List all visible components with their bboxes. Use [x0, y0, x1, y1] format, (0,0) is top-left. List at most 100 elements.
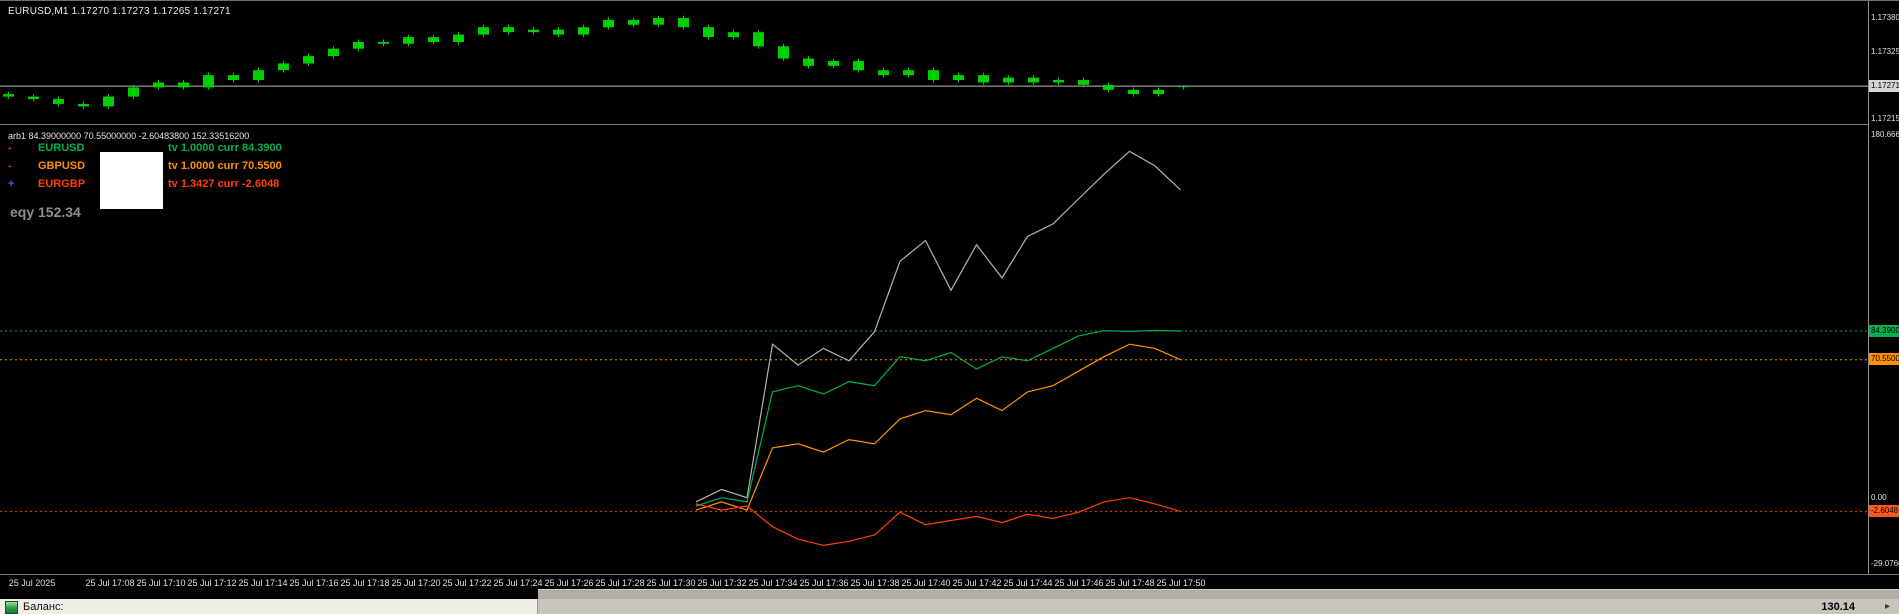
candle-body: [128, 87, 139, 97]
candle-body: [453, 34, 464, 42]
candle-body: [1153, 89, 1164, 95]
trading-terminal: EURUSD,M1 1.17270 1.17273 1.17265 1.1727…: [0, 0, 1899, 614]
candle-body: [28, 96, 39, 100]
candle-body: [653, 18, 664, 25]
time-label: 25 Jul 17:42: [952, 578, 1002, 588]
balance-value: 130.14: [1821, 601, 1855, 613]
legend-detail: tv 1.0000 curr 84.3900: [168, 142, 282, 154]
bottom-strip: [0, 589, 1899, 600]
time-label: 25 Jul 17:46: [1054, 578, 1104, 588]
scroll-right-arrow[interactable]: ▸: [1885, 601, 1890, 612]
time-label: 25 Jul 17:28: [595, 578, 645, 588]
time-label: 25 Jul 17:50: [1156, 578, 1206, 588]
time-label: 25 Jul 17:08: [85, 578, 135, 588]
candle-body: [53, 99, 64, 104]
balance-icon: [5, 600, 18, 614]
candle-body: [178, 82, 189, 88]
time-label: 25 Jul 17:26: [544, 578, 594, 588]
time-label: 25 Jul 17:32: [697, 578, 747, 588]
price-axis-column[interactable]: 1.17380 1.17325 1.17271 1.17215 180.6667…: [1868, 1, 1899, 574]
candle-body: [978, 75, 989, 83]
time-label: 25 Jul 17:18: [340, 578, 390, 588]
candle-body: [3, 94, 14, 97]
price-chart-panel[interactable]: EURUSD,M1 1.17270 1.17273 1.17265 1.1727…: [0, 1, 1868, 124]
candle-body: [1003, 77, 1014, 83]
bottom-strip-left: [0, 589, 538, 599]
balance-section: Баланс:: [0, 599, 538, 614]
candle-body: [378, 42, 389, 44]
price-axis-label: 1.17325: [1871, 47, 1899, 56]
indicator-legend: - EURUSD tv 1.0000 curr 84.3900 - GBPUSD tv 1…: [0, 128, 460, 238]
minus-icon: -: [8, 142, 12, 154]
time-label: 25 Jul 17:36: [799, 578, 849, 588]
status-right-section: 130.14 ▸: [538, 599, 1899, 614]
series-equity: [695, 150, 1181, 503]
series-eurgbp: [695, 497, 1181, 547]
candle-body: [428, 37, 439, 42]
candle-body: [903, 70, 914, 76]
candle-body: [478, 27, 489, 35]
candle-body: [203, 75, 214, 88]
candle-body: [1053, 80, 1064, 83]
candle-body: [1178, 86, 1189, 88]
status-bar: Баланс: 130.14 ▸: [0, 599, 1899, 614]
time-label: 25 Jul 17:24: [493, 578, 543, 588]
indicator-panel[interactable]: arb1 84.39000000 70.55000000 -2.60483800…: [0, 128, 1868, 574]
time-label: 25 Jul 17:30: [646, 578, 696, 588]
candle-body: [853, 61, 864, 71]
legend-row-eurusd: - EURUSD tv 1.0000 curr 84.3900: [0, 142, 440, 156]
candle-body: [753, 32, 764, 47]
time-label: 25 Jul 17:38: [850, 578, 900, 588]
candle-body: [78, 103, 89, 107]
candle-body: [503, 27, 514, 33]
time-axis[interactable]: 25 Jul 2025 25 Jul 17:08 25 Jul 17:10 25 Ju…: [0, 574, 1899, 590]
candle-body: [1128, 89, 1139, 95]
candle-body: [403, 37, 414, 44]
candle-body: [253, 70, 264, 80]
candle-body: [1078, 80, 1089, 85]
time-label: 25 Jul 17:14: [238, 578, 288, 588]
indicator-axis-min: -29.0760: [1871, 559, 1899, 568]
price-axis-label: 1.17380: [1871, 13, 1899, 22]
candle-body: [1103, 84, 1114, 90]
indicator-axis-max: 180.6667: [1871, 130, 1899, 139]
time-label: 25 Jul 17:34: [748, 578, 798, 588]
time-label: 25 Jul 17:10: [136, 578, 186, 588]
chart-title: EURUSD,M1 1.17270 1.17273 1.17265 1.1727…: [8, 6, 231, 17]
candle-body: [303, 56, 314, 64]
candle-body: [678, 18, 689, 28]
time-label: 25 Jul 17:22: [442, 578, 492, 588]
time-label: 25 Jul 17:20: [391, 578, 441, 588]
time-label: 25 Jul 17:16: [289, 578, 339, 588]
time-label: 25 Jul 17:48: [1105, 578, 1155, 588]
balance-label: Баланс:: [23, 601, 64, 613]
time-label: 25 Jul 17:40: [901, 578, 951, 588]
candle-body: [828, 61, 839, 66]
eurusd-level-badge: 84.3900: [1869, 325, 1899, 337]
candle-body: [228, 75, 239, 80]
legend-symbol: EURUSD: [38, 142, 85, 154]
candle-body: [153, 82, 164, 88]
candle-body: [353, 42, 364, 49]
date-label: 25 Jul 2025: [8, 578, 56, 588]
equity-label: eqy 152.34: [10, 204, 81, 220]
time-label: 25 Jul 17:12: [187, 578, 237, 588]
legend-detail: tv 1.3427 curr -2.6048: [168, 178, 280, 190]
candle-body: [1028, 77, 1039, 83]
candle-body: [578, 27, 589, 35]
legend-detail: tv 1.0000 curr 70.5500: [168, 160, 282, 172]
candle-body: [278, 63, 289, 71]
candle-body: [553, 29, 564, 35]
price-axis-label: 1.17215: [1871, 114, 1899, 123]
time-label: 25 Jul 17:44: [1003, 578, 1053, 588]
legend-symbol: EURGBP: [38, 178, 86, 190]
plus-icon: +: [8, 178, 15, 190]
candle-body: [803, 58, 814, 66]
candle-body: [728, 32, 739, 38]
candle-body: [628, 19, 639, 25]
candle-body: [928, 70, 939, 80]
candle-body: [528, 29, 539, 33]
candle-body: [878, 70, 889, 76]
candle-body: [703, 27, 714, 37]
candle-body: [778, 46, 789, 59]
